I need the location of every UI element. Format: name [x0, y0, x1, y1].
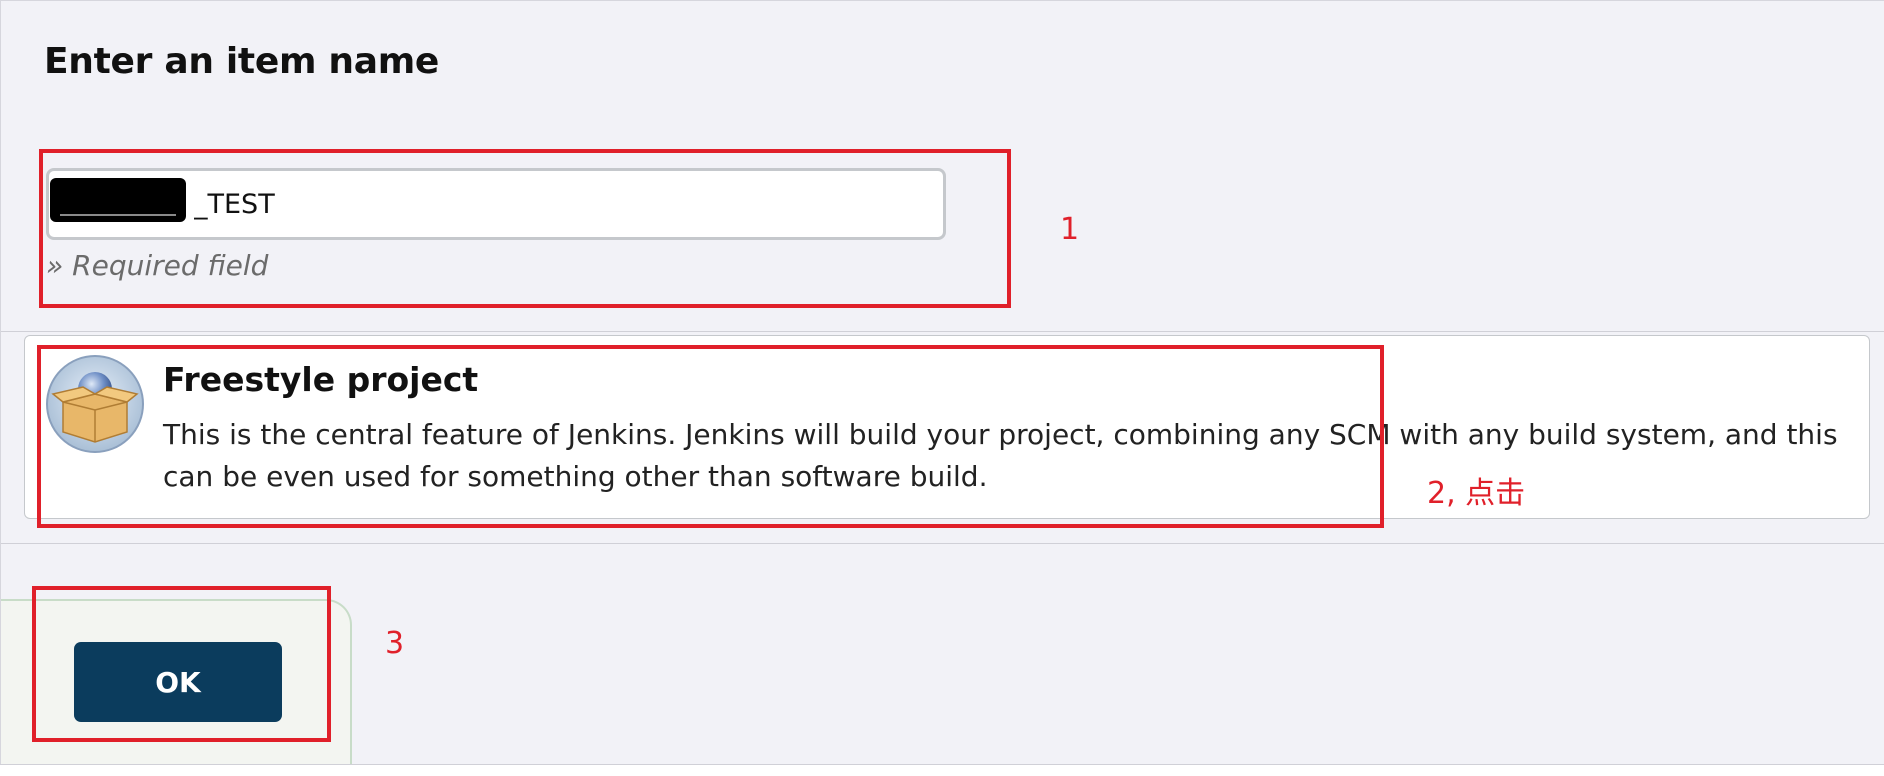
page-bottom-border — [0, 764, 1884, 765]
annotation-box-step2 — [37, 345, 1384, 528]
annotation-box-step3 — [32, 586, 331, 742]
annotation-box-step1 — [39, 149, 1011, 308]
annotation-label-step2: 2, 点击 — [1427, 476, 1526, 511]
annotation-label-step3: 3 — [385, 626, 405, 661]
section-divider — [1, 543, 1884, 544]
annotation-label-step1: 1 — [1060, 212, 1080, 247]
page-title: Enter an item name — [44, 41, 440, 82]
section-divider — [1, 331, 1884, 332]
